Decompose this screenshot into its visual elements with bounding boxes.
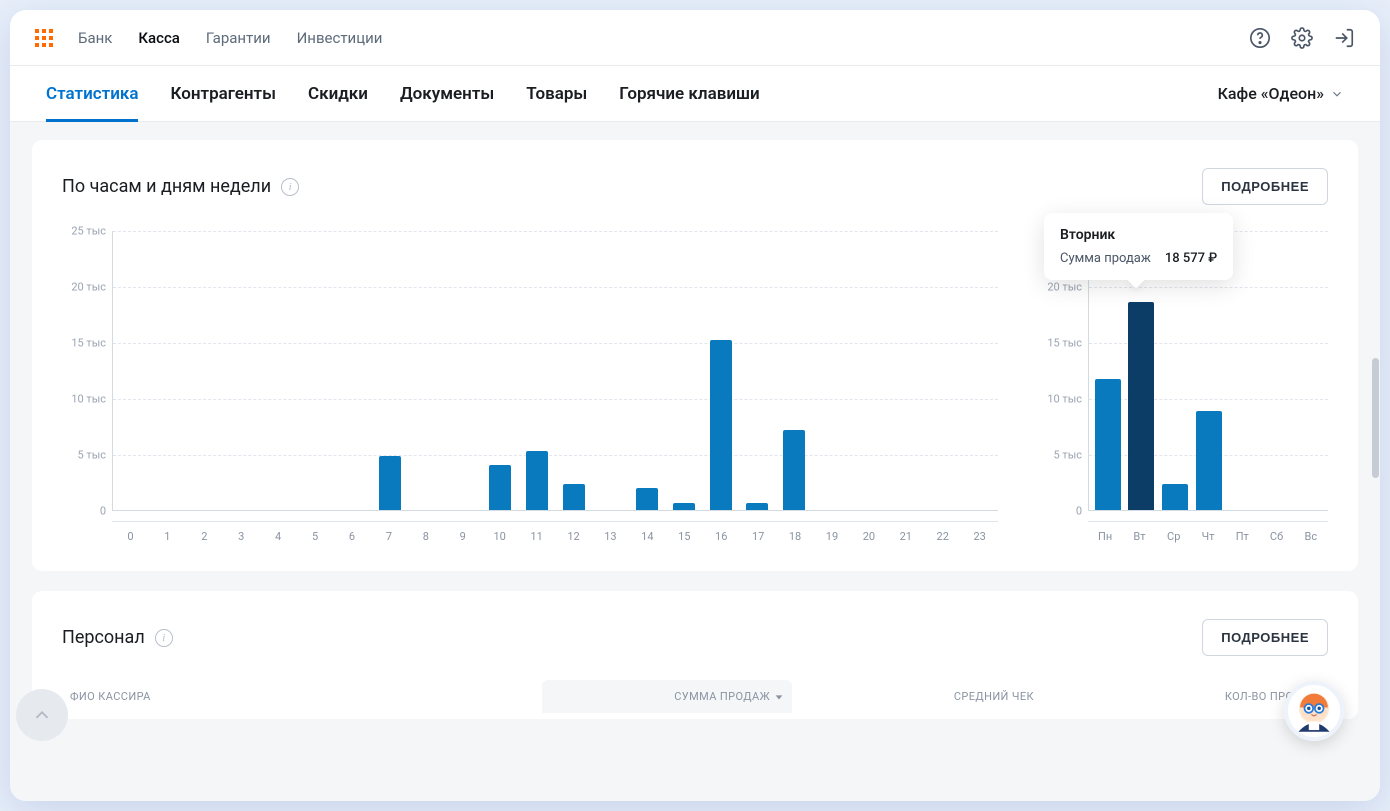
x-tick-label: 20 xyxy=(850,530,887,543)
x-tick-label: 17 xyxy=(740,530,777,543)
personnel-table-header: ФИО КАССИРА СУММА ПРОДАЖ СРЕДНИЙ ЧЕК КОЛ… xyxy=(62,680,1328,713)
x-tick-label: 18 xyxy=(777,530,814,543)
th-name[interactable]: ФИО КАССИРА xyxy=(62,680,542,713)
y-tick-label: 25 тыс xyxy=(71,225,106,238)
topbar: Банк Касса Гарантии Инвестиции xyxy=(10,10,1380,66)
chart-bar[interactable] xyxy=(710,340,732,510)
y-tick-label: 20 тыс xyxy=(71,281,106,294)
assistant-avatar-button[interactable] xyxy=(1284,681,1344,741)
x-tick-label: Вт xyxy=(1122,530,1156,543)
org-selector-label: Кафе «Одеон» xyxy=(1218,84,1324,103)
th-avg[interactable]: СРЕДНИЙ ЧЕК xyxy=(792,680,1042,713)
tooltip-value: 18 577 ₽ xyxy=(1165,251,1217,266)
th-sum[interactable]: СУММА ПРОДАЖ xyxy=(542,680,792,713)
x-tick-label: 22 xyxy=(924,530,961,543)
subtabs: Статистика Контрагенты Скидки Документы … xyxy=(46,66,760,121)
chart-bar[interactable] xyxy=(489,465,511,510)
subbar: Статистика Контрагенты Скидки Документы … xyxy=(10,66,1380,122)
x-tick-label: Пн xyxy=(1088,530,1122,543)
y-tick-label: 15 тыс xyxy=(1047,337,1082,350)
x-tick-label: 7 xyxy=(370,530,407,543)
y-tick-label: 20 тыс xyxy=(1047,281,1082,294)
tooltip-title: Вторник xyxy=(1060,227,1217,243)
chart-by-hour: 05 тыс10 тыс15 тыс20 тыс25 тыс 012345678… xyxy=(62,231,998,543)
details-button-hours[interactable]: ПОДРОБНЕЕ xyxy=(1202,168,1328,205)
chart-bar[interactable] xyxy=(1162,484,1188,510)
scroll-to-top-button[interactable] xyxy=(16,689,68,741)
chart-bar[interactable] xyxy=(746,503,768,510)
card-hours-title: По часам и дням недели xyxy=(62,176,271,197)
chart-bar[interactable] xyxy=(1128,302,1154,510)
chart-bar[interactable] xyxy=(1095,379,1121,510)
card-hours-days: По часам и дням недели i ПОДРОБНЕЕ 0 5 ты… xyxy=(32,140,1358,571)
x-tick-label: Ср xyxy=(1157,530,1191,543)
x-tick-label: 11 xyxy=(518,530,555,543)
x-tick-label: Чт xyxy=(1191,530,1225,543)
tooltip-label: Сумма продаж xyxy=(1060,251,1151,266)
x-tick-label: 13 xyxy=(592,530,629,543)
chart-bar[interactable] xyxy=(563,484,585,510)
y-tick-label: 10 тыс xyxy=(1047,393,1082,406)
page-scrollbar-thumb[interactable] xyxy=(1372,358,1379,478)
y-tick-label: 15 тыс xyxy=(71,337,106,350)
y-tick-label: 5 тыс xyxy=(78,449,107,462)
chart-bar[interactable] xyxy=(636,488,658,510)
x-tick-label: 5 xyxy=(297,530,334,543)
x-tick-label: Вс xyxy=(1294,530,1328,543)
org-selector[interactable]: Кафе «Одеон» xyxy=(1218,84,1344,103)
x-tick-label: 9 xyxy=(444,530,481,543)
y-tick-label: 5 тыс xyxy=(1054,449,1083,462)
x-tick-label: 12 xyxy=(555,530,592,543)
chart-bar[interactable] xyxy=(379,456,401,510)
y-tick-label: 10 тыс xyxy=(71,393,106,406)
chart-tooltip: Вторник Сумма продаж 18 577 ₽ xyxy=(1044,213,1233,280)
topnav-kassa[interactable]: Касса xyxy=(138,29,180,47)
card-personnel-title: Персонал xyxy=(62,627,145,648)
x-tick-label: 21 xyxy=(887,530,924,543)
chart-bar[interactable] xyxy=(526,451,548,510)
x-tick-label: 23 xyxy=(961,530,998,543)
chevron-down-icon xyxy=(1330,87,1344,101)
sort-desc-icon xyxy=(774,692,784,702)
help-icon[interactable] xyxy=(1248,26,1272,50)
x-tick-label: 10 xyxy=(481,530,518,543)
x-tick-label: 16 xyxy=(703,530,740,543)
tab-statistics[interactable]: Статистика xyxy=(46,66,138,121)
x-tick-label: 6 xyxy=(334,530,371,543)
chart-by-weekday: 05 тыс10 тыс15 тыс20 тыс25 тыс ПнВтСрЧтП… xyxy=(1038,231,1328,543)
logout-icon[interactable] xyxy=(1332,26,1356,50)
info-icon[interactable]: i xyxy=(281,178,299,196)
chart-bar[interactable] xyxy=(783,430,805,510)
x-tick-label: 1 xyxy=(149,530,186,543)
topnav-guarantees[interactable]: Гарантии xyxy=(206,29,271,47)
x-tick-label: 15 xyxy=(666,530,703,543)
topnav-investments[interactable]: Инвестиции xyxy=(297,29,383,47)
info-icon[interactable]: i xyxy=(155,629,173,647)
settings-icon[interactable] xyxy=(1290,26,1314,50)
chart-bar[interactable] xyxy=(1196,411,1222,510)
x-tick-label: 19 xyxy=(814,530,851,543)
card-personnel: Персонал i ПОДРОБНЕЕ ФИО КАССИРА СУММА П… xyxy=(32,591,1358,719)
app-logo xyxy=(34,28,54,48)
x-tick-label: Сб xyxy=(1259,530,1293,543)
chart-bar[interactable] xyxy=(673,503,695,510)
x-tick-label: 8 xyxy=(407,530,444,543)
x-tick-label: 4 xyxy=(260,530,297,543)
tab-contractors[interactable]: Контрагенты xyxy=(170,66,276,121)
tab-documents[interactable]: Документы xyxy=(400,66,494,121)
details-button-personnel[interactable]: ПОДРОБНЕЕ xyxy=(1202,619,1328,656)
x-tick-label: 0 xyxy=(112,530,149,543)
x-tick-label: Пт xyxy=(1225,530,1259,543)
y-tick-label: 0 xyxy=(100,505,106,518)
x-tick-label: 2 xyxy=(186,530,223,543)
x-tick-label: 14 xyxy=(629,530,666,543)
topnav-bank[interactable]: Банк xyxy=(78,29,112,47)
top-nav: Банк Касса Гарантии Инвестиции xyxy=(78,29,382,47)
tab-hotkeys[interactable]: Горячие клавиши xyxy=(619,66,759,121)
tab-discounts[interactable]: Скидки xyxy=(308,66,368,121)
tab-products[interactable]: Товары xyxy=(526,66,587,121)
y-tick-label: 0 xyxy=(1076,505,1082,518)
x-tick-label: 3 xyxy=(223,530,260,543)
